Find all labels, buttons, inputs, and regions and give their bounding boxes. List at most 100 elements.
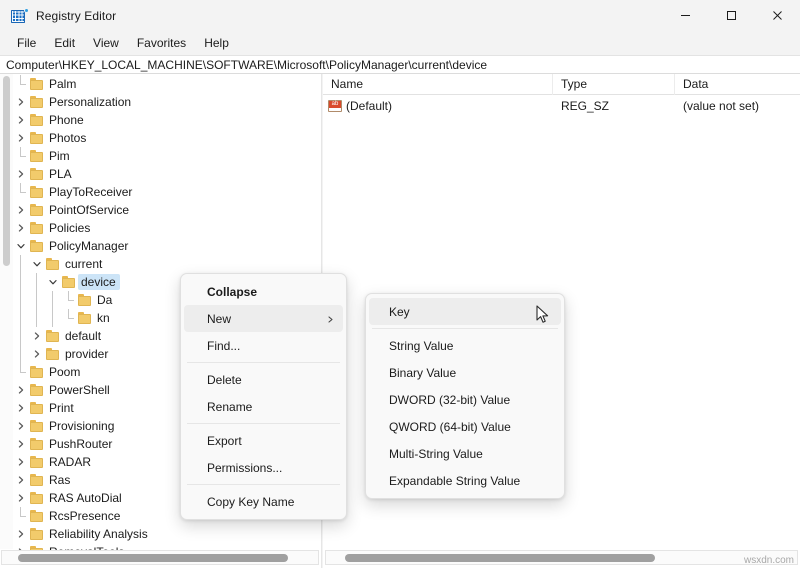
tree-item-reliability-analysis[interactable]: Reliability Analysis: [13, 525, 321, 543]
string-value-icon-label: ab: [329, 100, 341, 108]
chevron-right-icon[interactable]: [13, 111, 29, 129]
chevron-right-icon[interactable]: [13, 219, 29, 237]
chevron-right-icon[interactable]: [13, 399, 29, 417]
context-menu-item-rename[interactable]: Rename: [184, 393, 343, 420]
window-title: Registry Editor: [36, 8, 117, 23]
tree-item-label: RADAR: [49, 455, 92, 469]
string-value-icon: ab: [328, 99, 343, 113]
tree-vertical-scrollbar[interactable]: [0, 74, 13, 549]
tree-item-label: provider: [65, 347, 109, 361]
submenu-item-key[interactable]: Key: [369, 298, 561, 325]
maximize-icon[interactable]: [708, 0, 754, 31]
tree-item-label: PowerShell: [49, 383, 110, 397]
chevron-right-icon[interactable]: [29, 345, 45, 363]
tree-item-label: kn: [97, 311, 110, 325]
context-menu-item-permissions[interactable]: Permissions...: [184, 454, 343, 481]
folder-icon: [29, 383, 45, 397]
folder-icon: [61, 275, 77, 289]
menu-help[interactable]: Help: [195, 33, 238, 53]
folder-icon: [29, 185, 45, 199]
submenu-item-string-value[interactable]: String Value: [369, 332, 561, 359]
menu-bar: File Edit View Favorites Help: [0, 31, 800, 55]
chevron-right-icon[interactable]: [13, 381, 29, 399]
context-menu-item-delete[interactable]: Delete: [184, 366, 343, 393]
chevron-right-icon[interactable]: [13, 165, 29, 183]
folder-icon: [29, 221, 45, 235]
tree-item-photos[interactable]: Photos: [13, 129, 321, 147]
address-bar[interactable]: Computer\HKEY_LOCAL_MACHINE\SOFTWARE\Mic…: [0, 55, 800, 74]
menu-view[interactable]: View: [84, 33, 128, 53]
chevron-down-icon[interactable]: [13, 237, 29, 255]
tree-item-pim[interactable]: Pim: [13, 147, 321, 165]
chevron-right-icon[interactable]: [13, 471, 29, 489]
column-header-type[interactable]: Type: [553, 73, 675, 95]
minimize-icon[interactable]: [662, 0, 708, 31]
tree-elbow-line: [13, 75, 29, 93]
registry-editor-icon: [11, 7, 29, 24]
folder-icon: [29, 473, 45, 487]
context-menu-item-label: Collapse: [207, 284, 258, 299]
chevron-down-icon[interactable]: [45, 273, 61, 291]
submenu-item-binary-value[interactable]: Binary Value: [369, 359, 561, 386]
chevron-right-icon[interactable]: [13, 435, 29, 453]
folder-icon: [29, 419, 45, 433]
context-menu-item-find[interactable]: Find...: [184, 332, 343, 359]
tree-elbow-line: [13, 363, 29, 381]
submenu-item-dword-32-bit-value[interactable]: DWORD (32-bit) Value: [369, 386, 561, 413]
values-horizontal-scrollbar-thumb[interactable]: [345, 554, 655, 562]
tree-item-current[interactable]: current: [13, 255, 321, 273]
folder-icon: [29, 527, 45, 541]
menu-favorites[interactable]: Favorites: [128, 33, 195, 53]
tree-elbow-line: [13, 183, 29, 201]
chevron-right-icon[interactable]: [13, 201, 29, 219]
tree-item-label: Print: [49, 401, 74, 415]
menu-file[interactable]: File: [8, 33, 45, 53]
chevron-right-icon[interactable]: [13, 129, 29, 147]
tree-item-policymanager[interactable]: PolicyManager: [13, 237, 321, 255]
chevron-right-icon[interactable]: [13, 453, 29, 471]
value-name: (Default): [346, 99, 393, 113]
menu-separator: [187, 423, 340, 424]
folder-icon: [45, 257, 61, 271]
tree-item-pla[interactable]: PLA: [13, 165, 321, 183]
registry-editor-window: Registry Editor File Edit View Favorites…: [0, 0, 800, 568]
tree-horizontal-scrollbar-thumb[interactable]: [18, 554, 288, 562]
values-horizontal-scrollbar[interactable]: [325, 550, 798, 565]
chevron-right-icon[interactable]: [13, 93, 29, 111]
chevron-right-icon[interactable]: [13, 417, 29, 435]
tree-item-policies[interactable]: Policies: [13, 219, 321, 237]
chevron-right-icon[interactable]: [13, 489, 29, 507]
folder-icon: [29, 437, 45, 451]
submenu-item-qword-64-bit-value[interactable]: QWORD (64-bit) Value: [369, 413, 561, 440]
column-header-data[interactable]: Data: [675, 74, 800, 95]
value-name-cell: ab (Default): [323, 97, 553, 115]
context-menu-item-export[interactable]: Export: [184, 427, 343, 454]
tree-item-phone[interactable]: Phone: [13, 111, 321, 129]
folder-icon: [77, 311, 93, 325]
close-icon[interactable]: [754, 0, 800, 31]
tree-item-pointofservice[interactable]: PointOfService: [13, 201, 321, 219]
menu-edit[interactable]: Edit: [45, 33, 84, 53]
tree-item-playtoreceiver[interactable]: PlayToReceiver: [13, 183, 321, 201]
context-menu-item-collapse[interactable]: Collapse: [184, 278, 343, 305]
column-header-name[interactable]: Name: [323, 73, 553, 95]
tree-indent-guide: [45, 291, 61, 309]
submenu-item-label: String Value: [389, 338, 454, 353]
submenu-item-expandable-string-value[interactable]: Expandable String Value: [369, 467, 561, 494]
title-bar: Registry Editor: [0, 0, 800, 31]
context-menu-item-new[interactable]: New: [184, 305, 343, 332]
folder-icon: [29, 239, 45, 253]
context-menu-item-copy-key-name[interactable]: Copy Key Name: [184, 488, 343, 515]
chevron-right-icon[interactable]: [13, 525, 29, 543]
tree-horizontal-scrollbar[interactable]: [1, 550, 319, 565]
table-row[interactable]: ab (Default) REG_SZ (value not set): [323, 97, 800, 115]
tree-item-label: Policies: [49, 221, 91, 235]
tree-vertical-scrollbar-thumb[interactable]: [3, 76, 10, 266]
submenu-item-multi-string-value[interactable]: Multi-String Value: [369, 440, 561, 467]
tree-item-personalization[interactable]: Personalization: [13, 93, 321, 111]
context-menu-item-label: Copy Key Name: [207, 494, 295, 509]
chevron-right-icon[interactable]: [29, 327, 45, 345]
tree-item-palm[interactable]: Palm: [13, 75, 321, 93]
chevron-down-icon[interactable]: [29, 255, 45, 273]
folder-icon: [29, 203, 45, 217]
